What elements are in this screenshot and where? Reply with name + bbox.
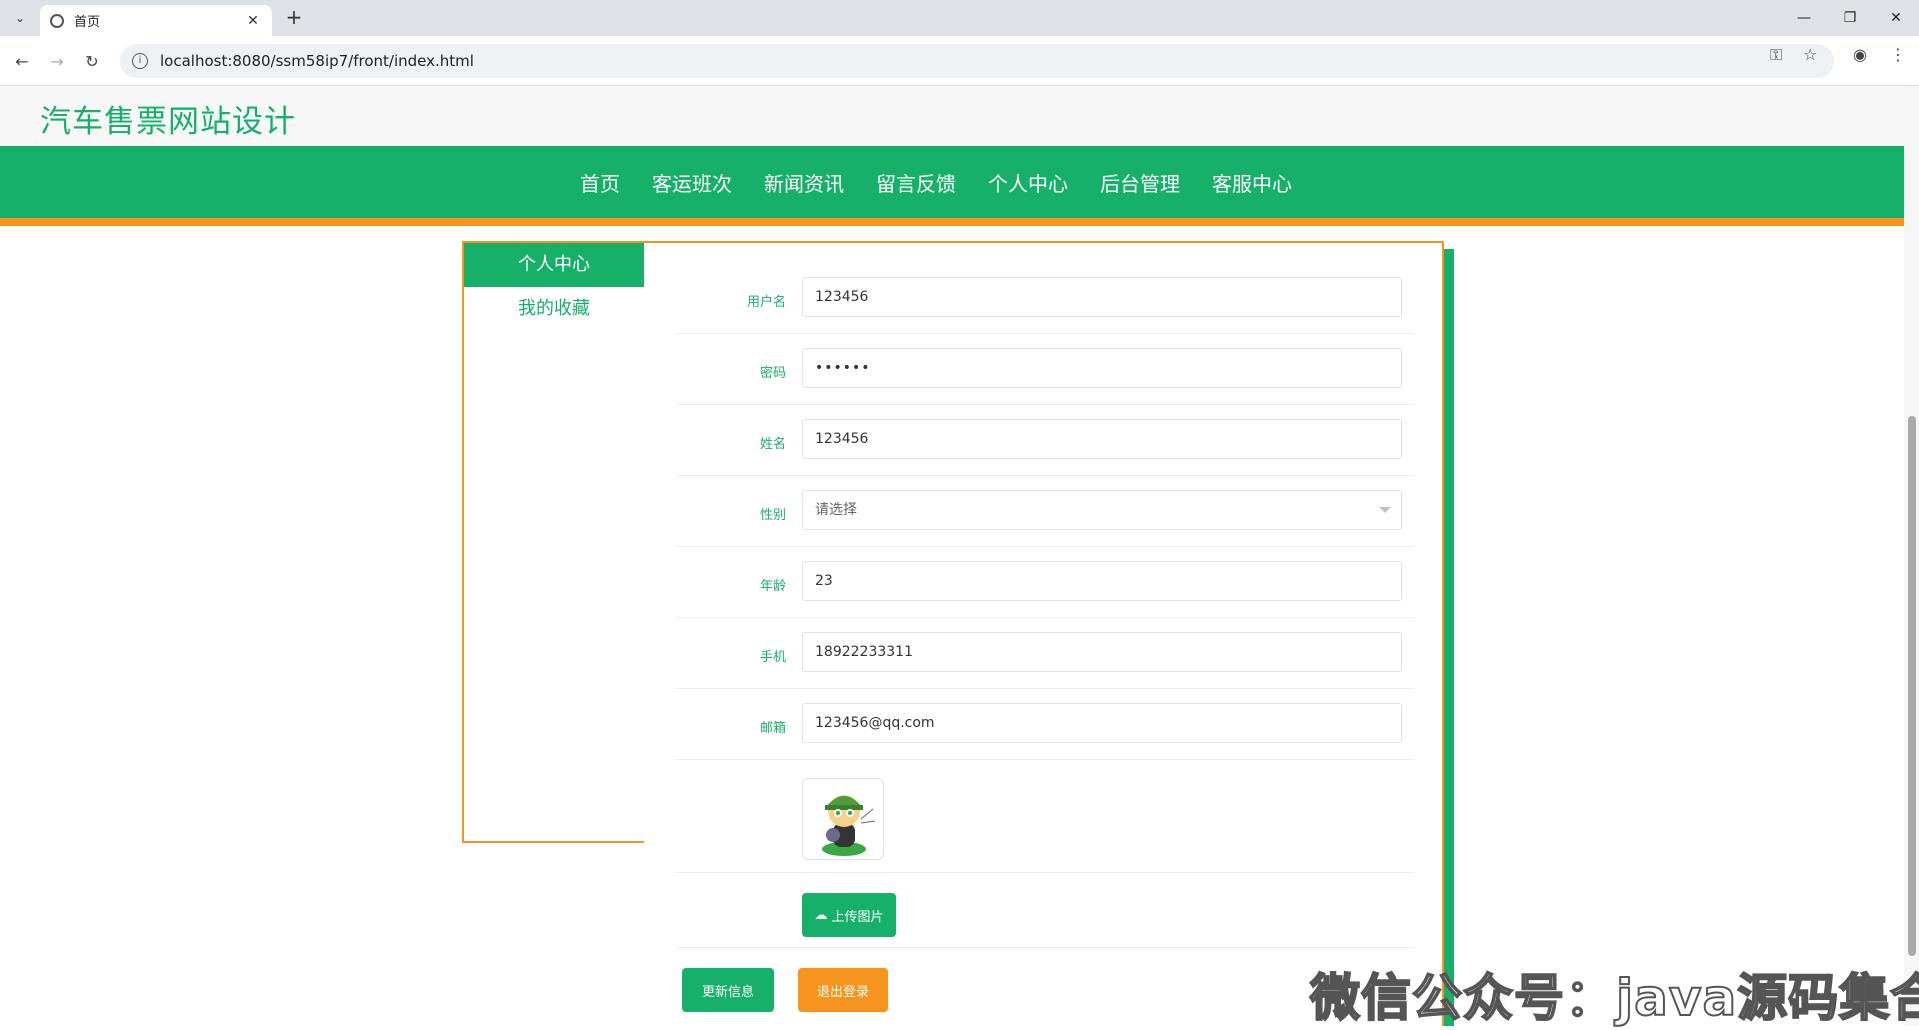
new-tab-plus-icon[interactable]: + (282, 6, 306, 30)
page-scrollbar[interactable] (1904, 86, 1919, 1026)
update-info-button[interactable]: 更新信息 (682, 968, 774, 1012)
password-input[interactable]: •••••• (802, 348, 1402, 388)
nav-item-home[interactable]: 首页 (580, 168, 620, 197)
gender-label: 性别 (759, 508, 786, 523)
nav-item-news[interactable]: 新闻资讯 (764, 168, 844, 197)
menu-kebab-icon[interactable]: ⋮ (1890, 45, 1906, 64)
sidebar: 个人中心 我的收藏 (462, 241, 646, 843)
name-input[interactable]: 123456 (802, 419, 1402, 459)
dropdown-caret-icon (1379, 507, 1391, 513)
nav-item-service[interactable]: 客服中心 (1212, 168, 1292, 197)
sidebar-item-profile[interactable]: 个人中心 (464, 243, 644, 287)
form-row-password: 密码 •••••• (676, 334, 1414, 405)
phone-input[interactable]: 18922233311 (802, 632, 1402, 672)
browser-toolbar: ← → ↻ i localhost:8080/ssm58ip7/front/in… (0, 36, 1919, 86)
profile-panel: 用户名 123456 密码 •••••• 姓名 123456 性别 请选择 年龄 (644, 241, 1444, 1026)
cloud-upload-icon: ☁ (814, 907, 828, 923)
form-row-gender: 性别 请选择 (676, 476, 1414, 547)
form-actions: 更新信息 退出登录 (676, 948, 1414, 1012)
gender-select[interactable]: 请选择 (802, 490, 1402, 530)
forward-arrow-icon[interactable]: → (45, 49, 69, 73)
browser-tab[interactable]: 首页 ✕ (40, 5, 272, 36)
url-text: localhost:8080/ssm58ip7/front/index.html (160, 52, 474, 70)
nav-item-schedules[interactable]: 客运班次 (652, 168, 732, 197)
restore-icon[interactable]: ❐ (1827, 0, 1873, 36)
gender-select-value: 请选择 (815, 502, 857, 518)
tab-list-chevron-icon[interactable]: ⌄ (8, 6, 32, 30)
form-row-upload: ☁ 上传图片 (676, 873, 1414, 948)
bookmark-star-icon[interactable]: ☆ (1803, 45, 1817, 64)
upload-button-label: 上传图片 (831, 909, 884, 925)
address-bar[interactable]: i localhost:8080/ssm58ip7/front/index.ht… (120, 44, 1834, 78)
scrollbar-thumb[interactable] (1908, 416, 1916, 956)
main-nav: 首页 客运班次 新闻资讯 留言反馈 个人中心 后台管理 客服中心 (0, 146, 1904, 226)
form-row-name: 姓名 123456 (676, 405, 1414, 476)
site-header: 汽车售票网站设计 (0, 86, 1904, 146)
email-label: 邮箱 (759, 721, 786, 736)
tab-close-icon[interactable]: ✕ (244, 13, 262, 29)
minimize-icon[interactable]: — (1781, 0, 1827, 36)
profile-icon[interactable]: ◉ (1853, 45, 1867, 64)
phone-label: 手机 (759, 650, 786, 665)
nav-item-profile[interactable]: 个人中心 (988, 168, 1068, 197)
site-info-icon[interactable]: i (132, 53, 148, 69)
logout-button[interactable]: 退出登录 (798, 968, 888, 1012)
tab-title: 首页 (74, 15, 101, 30)
nav-item-admin[interactable]: 后台管理 (1100, 168, 1180, 197)
back-arrow-icon[interactable]: ← (10, 49, 34, 73)
name-label: 姓名 (759, 437, 786, 452)
age-label: 年龄 (759, 579, 786, 594)
window-close-icon[interactable]: ✕ (1873, 0, 1919, 36)
email-input[interactable]: 123456@qq.com (802, 703, 1402, 743)
reload-icon[interactable]: ↻ (80, 49, 104, 73)
globe-icon (50, 13, 64, 28)
avatar (802, 778, 884, 860)
password-label: 密码 (759, 366, 786, 381)
profile-form: 用户名 123456 密码 •••••• 姓名 123456 性别 请选择 年龄 (676, 263, 1414, 1012)
form-row-username: 用户名 123456 (676, 263, 1414, 334)
site-title: 汽车售票网站设计 (40, 104, 296, 140)
password-key-icon[interactable]: ⚿ (1770, 45, 1782, 65)
sidebar-item-favorites[interactable]: 我的收藏 (464, 287, 644, 331)
form-row-age: 年龄 23 (676, 547, 1414, 618)
form-row-avatar (676, 760, 1414, 873)
watermark-text: 微信公众号：java源码集合 (1309, 968, 1919, 1028)
upload-image-button[interactable]: ☁ 上传图片 (802, 893, 896, 937)
browser-tab-bar: ⌄ 首页 ✕ + — ❐ ✕ (0, 0, 1919, 36)
form-row-phone: 手机 18922233311 (676, 618, 1414, 689)
username-label: 用户名 (746, 295, 786, 310)
username-input[interactable]: 123456 (802, 277, 1402, 317)
nav-item-feedback[interactable]: 留言反馈 (876, 168, 956, 197)
avatar-image (822, 795, 876, 856)
age-input[interactable]: 23 (802, 561, 1402, 601)
form-row-email: 邮箱 123456@qq.com (676, 689, 1414, 760)
page-content: 汽车售票网站设计 首页 客运班次 新闻资讯 留言反馈 个人中心 后台管理 客服中… (0, 86, 1904, 1026)
